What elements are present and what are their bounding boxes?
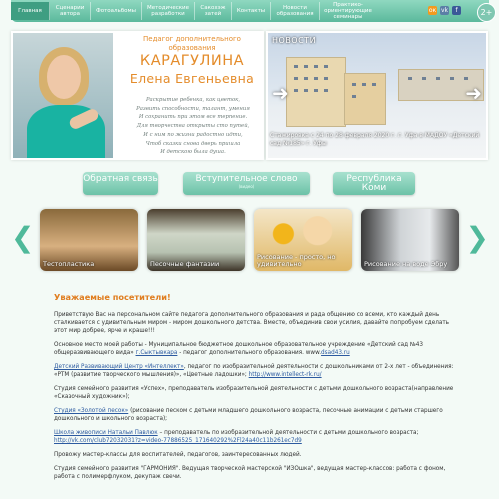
nav-item-photoalbums[interactable]: Фотоальбомы bbox=[91, 2, 142, 20]
intellect-paragraph: Детский Развивающий Центр «Интеллект», п… bbox=[54, 363, 459, 379]
poem-line: Развить способности, талант, умения bbox=[136, 105, 250, 112]
nav-item-education-news[interactable]: Новости образования bbox=[271, 2, 320, 20]
author-card: Педагог дополнительного образования КАРА… bbox=[11, 31, 264, 160]
vk-icon[interactable]: vk bbox=[440, 6, 449, 15]
social-links: ок vk f bbox=[428, 6, 461, 15]
gallery-next-icon[interactable]: ❯ bbox=[466, 221, 489, 254]
uspeh-paragraph: Студия семейного развития «Успех», препо… bbox=[54, 386, 454, 400]
intellect-link[interactable]: Детский Развивающий Центр «Интеллект» bbox=[54, 364, 184, 370]
feedback-button[interactable]: Обратная связь bbox=[83, 172, 158, 195]
gallery-thumb-caption: Песочные фантазии bbox=[150, 260, 220, 268]
golden-sand-link[interactable]: Студия «Золотой песок» bbox=[54, 408, 128, 414]
age-badge: 2+ bbox=[477, 3, 496, 22]
poem-line: Чтоб сказки снова дверь пришла bbox=[145, 140, 241, 147]
nav-item-methods[interactable]: Методические разработки bbox=[142, 2, 195, 20]
facebook-icon[interactable]: f bbox=[452, 6, 461, 15]
workplace-paragraph: Основное место моей работы - Муниципальн… bbox=[54, 341, 459, 357]
nav-item-contacts[interactable]: Контакты bbox=[232, 2, 271, 20]
gallery-thumb[interactable]: Тестопластика bbox=[40, 209, 138, 271]
painting-school-text: – преподаватель по изобразительной деяте… bbox=[157, 430, 419, 436]
feedback-button-label: Обратная связь bbox=[83, 174, 158, 184]
intro-paragraph: Приветствую Вас на персональном сайте пе… bbox=[54, 312, 449, 334]
poem-line: И детскою была душа. bbox=[160, 149, 226, 156]
gallery-thumb-caption: Тестопластика bbox=[43, 260, 95, 268]
intro-video-button[interactable]: Вступительное слово (видео) bbox=[183, 172, 310, 195]
top-nav: Главная Сценарии автора Фотоальбомы Мето… bbox=[11, 0, 489, 22]
greeting-heading: Уважаемые посетители! bbox=[54, 292, 171, 302]
author-name: Елена Евгеньевна bbox=[129, 71, 255, 86]
harmony-paragraph: Студия семейного развития "ГАРМОНИЯ". Ве… bbox=[54, 466, 446, 480]
poem-line: И с ним по жизни радостно идти, bbox=[143, 131, 243, 138]
nav-item-ideas[interactable]: Сакохэж затей bbox=[195, 2, 232, 20]
slider-next-icon[interactable]: ➜ bbox=[465, 81, 482, 105]
intellect-url-link[interactable]: http://www.intellect-rk.ru/ bbox=[249, 372, 322, 378]
painting-school-paragraph: Школа живописи Натальи Павлюк – преподав… bbox=[54, 429, 459, 445]
author-poem: Раскрытие ребенка, как цветок, Развить с… bbox=[121, 96, 265, 157]
intro-video-button-sub: (видео) bbox=[238, 184, 255, 189]
gallery-thumb[interactable]: Песочные фантазии bbox=[147, 209, 245, 271]
komi-button[interactable]: Республика Коми bbox=[333, 172, 415, 195]
vk-video-link[interactable]: http://vk.com/club72032031?z=video-77886… bbox=[54, 438, 302, 444]
workplace-text-2: - педагог дополнительного образования. w… bbox=[177, 350, 322, 356]
nav-item-home[interactable]: Главная bbox=[11, 2, 50, 20]
author-photo bbox=[13, 33, 113, 158]
poem-line: Для творчества открыты сто путей, bbox=[136, 123, 250, 130]
sand-paragraph: Студия «Золотой песок» (рисование песком… bbox=[54, 407, 459, 423]
main-content: Уважаемые посетители! Приветствую Вас на… bbox=[54, 292, 459, 487]
dsad43-link[interactable]: dsad43.ru bbox=[321, 350, 350, 356]
news-label: НОВОСТИ bbox=[272, 36, 317, 45]
gallery-thumb[interactable]: Рисование на воде Эбру bbox=[361, 209, 459, 271]
slider-prev-icon[interactable]: ➜ bbox=[272, 81, 289, 105]
nav-item-scenarios[interactable]: Сценарии автора bbox=[50, 2, 91, 20]
komi-button-label: Республика Коми bbox=[346, 174, 402, 193]
poem-line: И сохранить при этом все терпение. bbox=[138, 114, 248, 121]
author-surname: КАРАГУЛИНА bbox=[139, 53, 245, 69]
author-position: Педагог дополнительного образования bbox=[143, 35, 241, 52]
gallery-thumb[interactable]: Рисование - просто, но удивительно bbox=[254, 209, 352, 271]
masterclass-paragraph: Провожу мастер-классы для воспитателей, … bbox=[54, 452, 302, 458]
city-link[interactable]: г.Сыктывкара bbox=[136, 350, 178, 356]
nav-item-seminars[interactable]: Практико- ориентирующие семинары bbox=[320, 2, 376, 20]
odnoklassniki-icon[interactable]: ок bbox=[428, 6, 437, 15]
news-slider[interactable]: НОВОСТИ ➜ ➜ Стажировка с 24 по 28 феврал… bbox=[266, 31, 488, 160]
poem-line: Раскрытие ребенка, как цветок, bbox=[145, 97, 241, 103]
gallery-prev-icon[interactable]: ❮ bbox=[11, 221, 34, 254]
gallery-thumb-caption: Рисование на воде Эбру bbox=[364, 260, 448, 268]
intro-video-button-label: Вступительное слово bbox=[195, 174, 298, 184]
gallery-thumb-caption: Рисование - просто, но удивительно bbox=[257, 253, 336, 268]
news-caption[interactable]: Стажировка с 24 по 28 февраля 2020 г. г.… bbox=[270, 132, 480, 148]
photo-gallery: ❮ Тестопластика Песочные фантазии Рисова… bbox=[11, 203, 489, 275]
painting-school-link[interactable]: Школа живописи Натальи Павлюк bbox=[54, 430, 158, 436]
